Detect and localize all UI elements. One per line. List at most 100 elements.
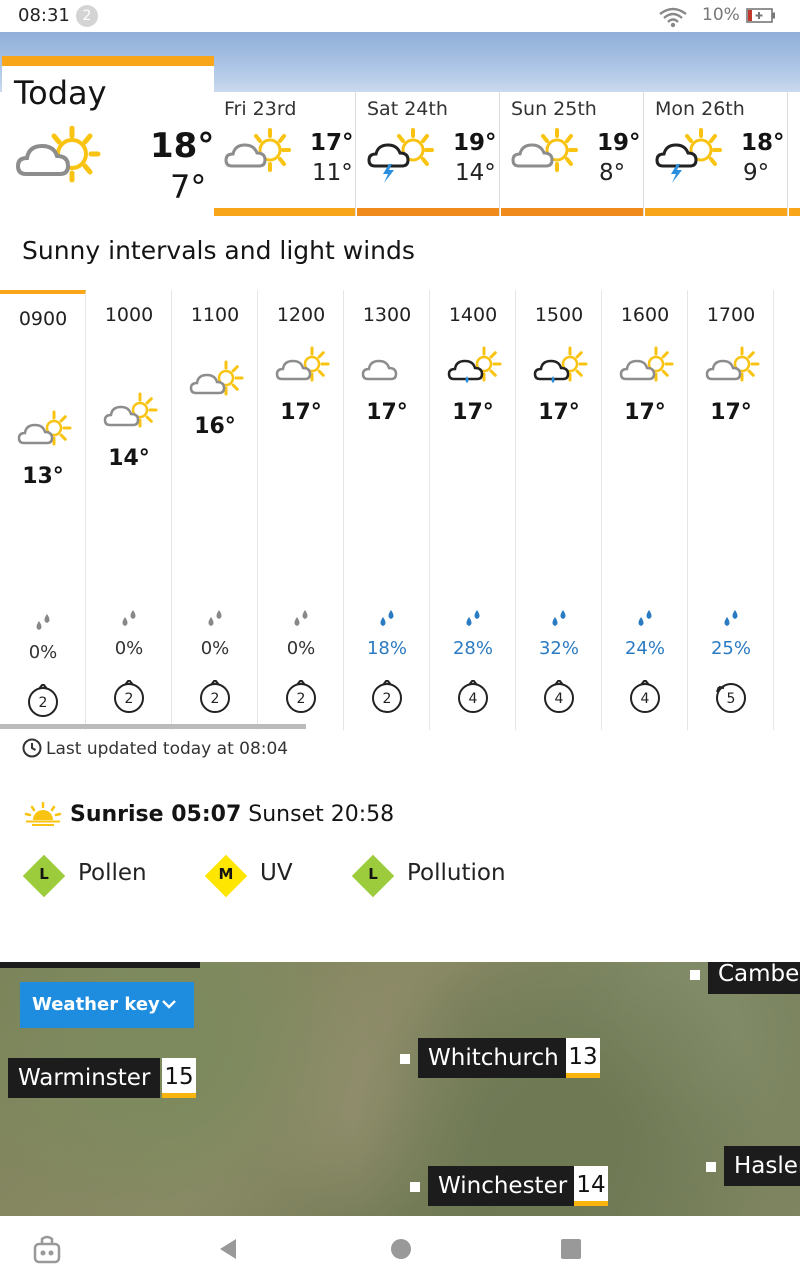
- thunder-sun-icon: [367, 128, 434, 183]
- last-updated: Last updated today at 08:04: [22, 738, 288, 759]
- wind-speed: 2: [297, 691, 306, 707]
- rain-chance: 0%: [200, 638, 230, 659]
- map-town-warminster[interactable]: Warminster 15: [0, 1058, 200, 1100]
- status-time: 08:31: [18, 5, 70, 26]
- rain-chance: 25%: [710, 638, 751, 659]
- town-name: Winchester: [428, 1166, 578, 1206]
- rain-chance: 24%: [624, 638, 665, 659]
- day-card-mon[interactable]: Mon 26th 18° 9°: [645, 92, 788, 216]
- day-card-next-partial[interactable]: [789, 92, 800, 216]
- wind-speed: 4: [555, 691, 564, 707]
- sunny-intervals-icon: [188, 360, 244, 408]
- hour-column-1700[interactable]: 1700 17° 25% 5: [688, 290, 774, 730]
- hour-column-1400[interactable]: 1400 17° 28% 4: [430, 290, 516, 730]
- day-min-temp: 11°: [312, 160, 353, 186]
- hour-time: 1500: [534, 304, 584, 326]
- day-max-temp: 19°: [597, 130, 641, 156]
- town-marker: [690, 970, 700, 980]
- pollution-level-badge: L: [351, 854, 395, 898]
- wind-speed: 2: [211, 691, 220, 707]
- raindrop-icon: [122, 610, 136, 626]
- town-temp: 13: [566, 1038, 600, 1078]
- back-icon[interactable]: [216, 1236, 242, 1262]
- status-bar: 08:31 2 10%: [0, 0, 800, 32]
- hour-temp: 17°: [538, 400, 580, 425]
- rain-sun-icon: [532, 346, 588, 394]
- hour-temp: 17°: [452, 400, 494, 425]
- pollution-indicator[interactable]: L Pollution: [351, 852, 531, 900]
- battery-percent: 10%: [702, 5, 740, 25]
- wind-speed: 2: [125, 691, 134, 707]
- wifi-icon: [659, 7, 687, 28]
- uv-level-badge: M: [204, 854, 248, 898]
- uv-label: UV: [260, 860, 293, 886]
- today-card[interactable]: Today 18° 7°: [2, 56, 214, 216]
- hour-column-1000[interactable]: 1000 14° 0% 2: [86, 290, 172, 730]
- today-max-temp: 18°: [150, 126, 215, 166]
- wind-direction-icon: 4: [630, 680, 660, 713]
- rain-chance: 18%: [366, 638, 407, 659]
- wind-speed: 5: [727, 691, 736, 707]
- hourly-forecast[interactable]: 0900 13° 0% 2 1000 14° 0% 2 1100 16° 0% …: [0, 290, 800, 730]
- town-marker: [410, 1182, 420, 1192]
- map-town-winchester[interactable]: Winchester 14: [410, 1166, 620, 1208]
- chevron-down-icon: [162, 1000, 176, 1009]
- weather-map[interactable]: Weather key Warminster 15 Whitchurch 13 …: [0, 962, 800, 1216]
- map-town-whitchurch[interactable]: Whitchurch 13: [400, 1038, 610, 1080]
- town-temp: 15: [162, 1058, 196, 1098]
- day-temp-bar: [357, 208, 499, 216]
- day-temp-bar: [789, 208, 800, 216]
- battery-icon: [746, 8, 775, 23]
- recents-icon[interactable]: [558, 1236, 584, 1262]
- hour-column-0900[interactable]: 0900 13° 0% 2: [0, 290, 86, 730]
- day-name: Sun 25th: [511, 98, 597, 120]
- day-max-temp: 19°: [453, 130, 497, 156]
- town-name: Camber: [708, 962, 800, 994]
- day-card-sat[interactable]: Sat 24th 19° 14°: [357, 92, 500, 216]
- hour-temp: 16°: [194, 414, 236, 439]
- map-town-hasler[interactable]: Hasler: [706, 1146, 800, 1188]
- notification-badge: 2: [76, 5, 98, 27]
- hour-column-1200[interactable]: 1200 17° 0% 2: [258, 290, 344, 730]
- wind-direction-icon: 2: [114, 680, 144, 713]
- day-card-sun[interactable]: Sun 25th 19° 8°: [501, 92, 644, 216]
- day-name: Sat 24th: [367, 98, 448, 120]
- raindrop-icon: [294, 610, 308, 626]
- home-icon[interactable]: [388, 1236, 414, 1262]
- weather-key-button[interactable]: Weather key: [20, 982, 194, 1028]
- day-temp-bar: [214, 208, 355, 216]
- pollen-indicator[interactable]: L Pollen: [22, 852, 182, 900]
- uv-indicator[interactable]: M UV: [204, 852, 334, 900]
- map-town-camber[interactable]: Camber: [690, 962, 800, 996]
- wind-direction-icon: 2: [28, 684, 58, 717]
- hour-time: 1700: [706, 304, 756, 326]
- sunny-intervals-icon: [16, 410, 72, 458]
- raindrop-icon: [36, 614, 50, 630]
- app-shortcut-icon[interactable]: [32, 1234, 62, 1264]
- sunny-intervals-icon: [15, 126, 101, 183]
- wind-direction-icon: 4: [544, 680, 574, 713]
- sunrise-sunset: Sunrise 05:07 Sunset 20:58: [24, 802, 394, 827]
- hour-temp: 14°: [108, 446, 150, 471]
- day-max-temp: 17°: [310, 130, 354, 156]
- hour-column-partial[interactable]: [774, 290, 800, 730]
- rain-chance: 0%: [114, 638, 144, 659]
- day-card-fri[interactable]: Fri 23rd 17° 11°: [214, 92, 356, 216]
- sunrise-time: Sunrise 05:07: [70, 802, 242, 827]
- hour-time: 1100: [190, 304, 240, 326]
- wind-direction-icon: 2: [372, 680, 402, 713]
- day-name: Fri 23rd: [224, 98, 297, 120]
- hour-column-1600[interactable]: 1600 17° 24% 4: [602, 290, 688, 730]
- raindrop-icon: [380, 610, 394, 626]
- day-min-temp: 9°: [743, 160, 770, 186]
- sunny-intervals-icon: [618, 346, 674, 394]
- hour-column-1100[interactable]: 1100 16° 0% 2: [172, 290, 258, 730]
- hourly-scrollbar[interactable]: [0, 724, 306, 729]
- day-temp-bar: [501, 208, 643, 216]
- today-label: Today: [14, 74, 107, 112]
- wind-direction-icon: 4: [458, 680, 488, 713]
- hour-time: 1200: [276, 304, 326, 326]
- town-name: Warminster: [8, 1058, 161, 1098]
- hour-column-1300[interactable]: 1300 17° 18% 2: [344, 290, 430, 730]
- hour-column-1500[interactable]: 1500 17° 32% 4: [516, 290, 602, 730]
